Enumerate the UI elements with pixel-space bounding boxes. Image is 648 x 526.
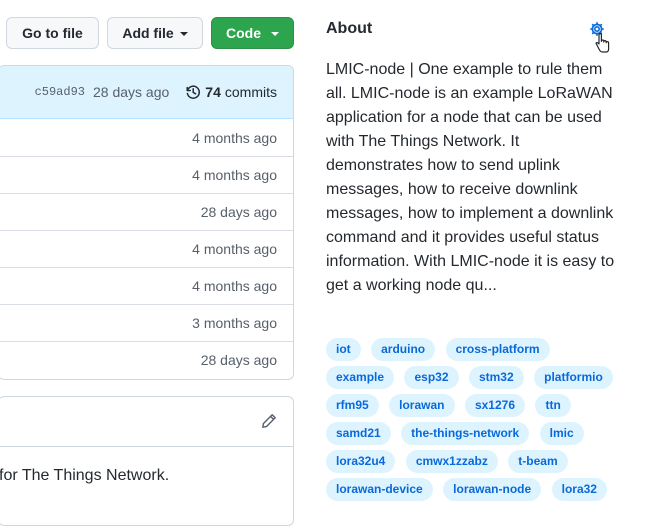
table-row[interactable]: 4 months ago	[0, 230, 293, 267]
topic-tag-stm32[interactable]: stm32	[468, 366, 524, 389]
file-age: 3 months ago	[192, 315, 277, 331]
topic-tag-cross-platform[interactable]: cross-platform	[445, 338, 550, 361]
go-to-file-button[interactable]: Go to file	[6, 17, 99, 49]
about-heading: About	[326, 20, 373, 37]
topic-tag-example[interactable]: example	[326, 366, 395, 389]
pencil-icon[interactable]	[261, 413, 277, 429]
go-to-file-label: Go to file	[22, 25, 83, 41]
readme-panel: for The Things Network.	[0, 396, 294, 526]
topic-tag-lorawan-device[interactable]: lorawan-device	[326, 478, 433, 501]
topic-tag-arduino[interactable]: arduino	[371, 338, 436, 361]
code-label: Code	[226, 25, 261, 41]
commits-label: commits	[224, 84, 277, 100]
commits-link[interactable]: 74 commits	[185, 84, 277, 100]
table-row[interactable]: 3 months ago	[0, 304, 293, 341]
topic-tag-lora32[interactable]: lora32	[551, 478, 607, 501]
commit-sha-link[interactable]: c59ad93	[35, 85, 85, 99]
table-row[interactable]: 28 days ago	[0, 193, 293, 230]
add-file-button[interactable]: Add file	[107, 17, 203, 49]
topic-tag-cmwx1zzabz[interactable]: cmwx1zzabz	[405, 450, 498, 473]
topic-tag-ttn[interactable]: ttn	[535, 394, 571, 417]
table-row[interactable]: 28 days ago	[0, 341, 293, 378]
history-icon	[186, 85, 201, 99]
file-age: 4 months ago	[192, 241, 277, 257]
file-age: 28 days ago	[200, 352, 277, 368]
file-list: c59ad93 28 days ago 74 commits 4 months …	[0, 65, 294, 380]
about-description: LMIC-node | One example to rule them all…	[326, 61, 615, 294]
topic-tag-sx1276[interactable]: sx1276	[464, 394, 525, 417]
commit-age[interactable]: 28 days ago	[93, 84, 169, 100]
table-row[interactable]: 4 months ago	[0, 119, 293, 156]
topic-tag-lora32u4[interactable]: lora32u4	[326, 450, 396, 473]
latest-commit-bar: c59ad93 28 days ago 74 commits	[0, 66, 293, 119]
table-row[interactable]: 4 months ago	[0, 156, 293, 193]
topic-tag-t-beam[interactable]: t-beam	[508, 450, 568, 473]
add-file-label: Add file	[122, 25, 174, 41]
topic-tag-esp32[interactable]: esp32	[404, 366, 459, 389]
topic-tag-rfm95[interactable]: rfm95	[326, 394, 379, 417]
hand-cursor-icon	[595, 33, 610, 53]
table-row[interactable]: 4 months ago	[0, 267, 293, 304]
commit-count: 74	[205, 84, 221, 100]
caret-down-icon	[271, 31, 279, 36]
topic-tag-lorawan-node[interactable]: lorawan-node	[443, 478, 542, 501]
file-age: 28 days ago	[200, 204, 277, 220]
file-rows: 4 months ago 4 months ago 28 days ago 4 …	[0, 119, 293, 378]
gear-icon[interactable]	[588, 21, 610, 55]
topic-tag-lmic[interactable]: lmic	[539, 422, 584, 445]
readme-text: for The Things Network.	[0, 467, 170, 484]
topic-tag-samd21[interactable]: samd21	[326, 422, 391, 445]
topic-tag-platformio[interactable]: platformio	[534, 366, 613, 389]
file-age: 4 months ago	[192, 278, 277, 294]
topic-tag-lorawan[interactable]: lorawan	[389, 394, 455, 417]
topic-tag-the-things-network[interactable]: the-things-network	[401, 422, 530, 445]
caret-down-icon	[179, 31, 188, 36]
file-age: 4 months ago	[192, 129, 277, 146]
readme-header	[0, 397, 293, 447]
topic-tag-iot[interactable]: iot	[326, 338, 361, 361]
file-age: 4 months ago	[192, 167, 277, 183]
code-button[interactable]: Code	[211, 17, 294, 49]
topic-list: iot arduino cross-platform example esp32…	[326, 338, 626, 506]
